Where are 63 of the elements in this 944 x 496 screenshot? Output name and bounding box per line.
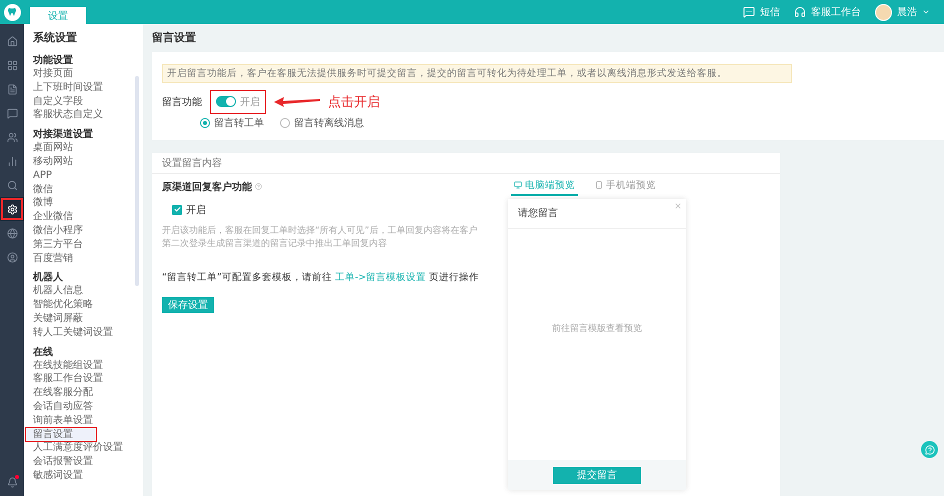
checkbox[interactable]	[172, 204, 182, 215]
radio-label[interactable]: 留言转工单	[214, 116, 264, 130]
section-heading: 机器人	[32, 271, 64, 284]
sidebar-item[interactable]: 百度营销	[26, 252, 135, 266]
sidebar-item[interactable]: 机器人信息	[26, 284, 135, 298]
settings-icon[interactable]	[0, 197, 24, 221]
sidebar-item[interactable]: 客服工作台设置	[26, 372, 135, 386]
close-icon[interactable]	[674, 202, 682, 210]
dialog-title: 请您留言	[518, 206, 558, 220]
notice-banner: 开启留言功能后，客户在客服无法提供服务时可提交留言，提交的留言可转化为待处理工单，或者以离线消息形式发送给客服。	[162, 64, 792, 83]
sidebar-item[interactable]: 在线客服分配	[26, 386, 135, 400]
sidebar-item[interactable]: 询前表单设置	[26, 414, 135, 428]
message-icon	[743, 6, 755, 18]
phone-icon	[595, 181, 603, 190]
radio-label[interactable]: 留言转离线消息	[294, 116, 364, 130]
checkbox-label[interactable]: 开启	[186, 202, 206, 217]
radio-button[interactable]	[200, 118, 210, 128]
sidebar-item[interactable]: 移动网站	[26, 154, 135, 169]
option-title: 原渠道回复客户功能	[162, 180, 252, 194]
sidebar-item[interactable]: 微信小程序	[26, 224, 135, 238]
radio-button[interactable]	[280, 118, 290, 128]
headset-icon	[794, 6, 806, 18]
caret-icon[interactable]	[922, 8, 930, 16]
help-icon[interactable]	[255, 183, 262, 190]
section-heading: 对接渠道设置	[32, 128, 94, 142]
sidebar-item[interactable]: 第三方平台	[26, 238, 135, 252]
template-note: “留言转工单”可配置多套模板，请前往 工单->留言模板设置 页进行操作	[162, 270, 480, 284]
sidebar-item[interactable]: 对接页面	[26, 67, 135, 81]
sidebar-item[interactable]: 自定义字段	[26, 94, 135, 108]
card-title: 设置留言内容	[152, 152, 780, 174]
section-heading: 在线	[32, 346, 54, 359]
page-title: 留言设置	[152, 30, 197, 46]
sidebar-item[interactable]: 智能优化策略	[26, 298, 135, 312]
sidebar-item[interactable]: 关键词屏蔽	[26, 312, 135, 326]
toggle-label: 开启	[240, 96, 260, 109]
sidebar-item[interactable]: 敏感词设置	[26, 468, 135, 483]
sidebar-item[interactable]: 人工满意度评价设置	[26, 441, 135, 456]
sidebar-item[interactable]: 留言设置	[26, 428, 96, 442]
sidebar-item[interactable]: APP	[26, 168, 135, 183]
sidebar-item[interactable]: 会话报警设置	[26, 455, 135, 469]
sidebar-item[interactable]: 客服状态自定义	[26, 108, 135, 122]
bell-icon[interactable]	[6, 476, 18, 488]
sidebar-item[interactable]: 上下班时间设置	[26, 80, 135, 95]
scrollbar[interactable]	[135, 76, 139, 286]
tooth-logo	[4, 4, 20, 20]
sidebar-item[interactable]: 转人工关键词设置	[26, 326, 135, 340]
section-heading: 功能设置	[32, 54, 74, 67]
monitor-icon	[514, 181, 522, 190]
sidebar-item[interactable]: 桌面网站	[26, 141, 135, 155]
sidebar-item[interactable]: 微博	[26, 196, 135, 210]
avatar	[875, 4, 892, 20]
callout-arrow	[274, 96, 320, 108]
sidebar-item[interactable]: 会话自动应答	[26, 400, 135, 414]
sidebar-item[interactable]: 企业微信	[26, 210, 135, 224]
help-chat-icon[interactable]	[921, 441, 938, 458]
toggle-switch[interactable]	[216, 96, 236, 108]
field-label: 留言功能	[162, 96, 202, 109]
sidebar-item[interactable]: 微信	[26, 182, 135, 196]
sidebar-title: 系统设置	[32, 30, 78, 46]
callout-text: 点击开启	[328, 94, 380, 111]
description-text: 开启该功能后，客服在回复工单时选择“所有人可见”后，工单回复内容将在客户第二次登录生成留言渠道的留言记录中推出工单回复内容	[162, 224, 478, 251]
preview-hint: 前往留言模版查看预览	[552, 322, 642, 336]
sidebar-item[interactable]: 在线技能组设置	[26, 358, 135, 372]
